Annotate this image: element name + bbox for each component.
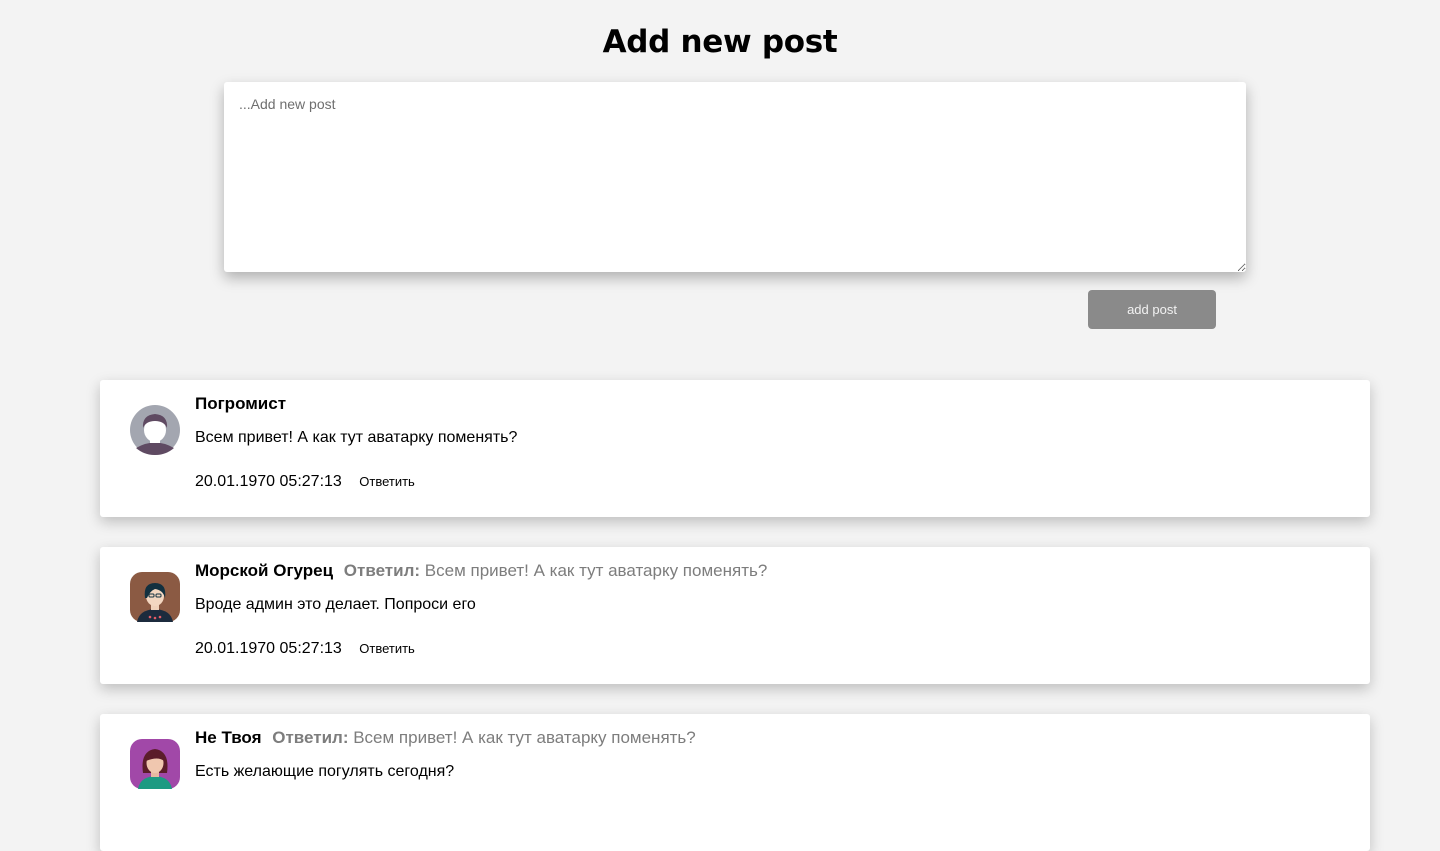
author-name: Погромист [195,394,287,413]
post-header: Погромист [195,394,286,414]
user-avatar-brown-icon [130,572,180,622]
post-footer: 20.01.1970 05:27:13 Ответить [195,639,415,659]
post-header: Не Твоя Ответил: Всем привет! А как тут … [195,728,696,748]
post-footer: 20.01.1970 05:27:13 Ответить [195,472,415,492]
new-post-textarea[interactable] [224,82,1246,272]
reply-button[interactable]: Ответить [359,474,415,489]
post-date: 20.01.1970 05:27:13 [195,640,342,657]
post-text: Есть желающие погулять сегодня? [195,763,455,780]
post-header: Морской Огурец Ответил: Всем привет! А к… [195,561,767,581]
post-card: Погромист Всем привет! А как тут аватарк… [100,380,1370,517]
post-text: Всем привет! А как тут аватарку поменять… [195,429,518,446]
user-avatar-purple-icon [130,739,180,789]
reply-label: Ответил: [343,561,421,580]
reply-quote: Всем привет! А как тут аватарку поменять… [424,561,768,580]
reply-label: Ответил: [272,728,349,747]
page-title: Add new post [602,24,838,60]
author-name: Морской Огурец [195,561,334,580]
add-post-button[interactable]: add post [1088,290,1216,329]
post-date: 20.01.1970 05:27:13 [195,473,342,490]
reply-quote: Всем привет! А как тут аватарку поменять… [353,728,696,747]
post-card: Морской Огурец Ответил: Всем привет! А к… [100,547,1370,684]
reply-button[interactable]: Ответить [359,641,415,656]
post-card: Не Твоя Ответил: Всем привет! А как тут … [100,714,1370,851]
post-text: Вроде админ это делает. Попроси его [195,596,476,613]
user-avatar-gray-icon [130,405,180,455]
author-name: Не Твоя [195,728,262,747]
